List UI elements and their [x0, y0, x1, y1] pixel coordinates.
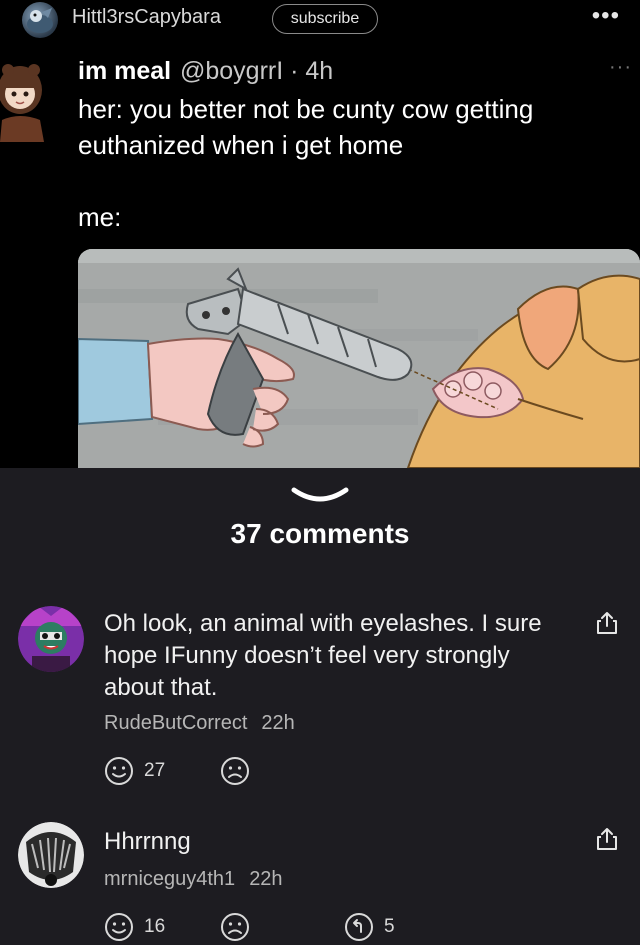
tweet-avatar — [0, 60, 48, 142]
comment-meta: mrniceguy4th1 22h — [104, 868, 283, 891]
tweet-text: her: you better not be cunty cow getting… — [78, 94, 534, 160]
frown-icon — [221, 913, 249, 941]
replies-button[interactable]: 5 — [344, 912, 395, 942]
comment-time: 22h — [249, 868, 283, 890]
share-icon[interactable] — [594, 610, 620, 636]
share-icon[interactable] — [594, 826, 620, 852]
tweet-handle: @boygrrI · 4h — [180, 57, 334, 85]
smile-icon — [105, 757, 133, 785]
unsmile-reaction-button[interactable] — [220, 912, 250, 942]
post-header: Hittl3rsCapybara subscribe ••• — [0, 0, 640, 40]
smile-count: 16 — [144, 916, 166, 937]
smile-reaction-button[interactable]: 16 — [104, 912, 165, 942]
tweet-caption: me: — [78, 202, 122, 232]
comment-text: Hhrrnng — [104, 828, 191, 855]
comment-text: Oh look, an animal with eyelashes. I sur… — [104, 610, 542, 701]
post: Hittl3rsCapybara subscribe ••• im meal @… — [0, 0, 640, 468]
smile-icon — [105, 913, 133, 941]
more-options-icon[interactable]: ••• — [592, 2, 620, 30]
tweet-more-icon: ··· — [609, 56, 632, 78]
reply-icon — [345, 913, 373, 941]
subscribe-button[interactable]: subscribe — [272, 4, 378, 34]
author-username[interactable]: Hittl3rsCapybara — [72, 6, 221, 29]
replies-count: 5 — [384, 916, 395, 937]
tweet-display-name: im meal — [78, 57, 172, 85]
commenter-avatar[interactable] — [18, 822, 84, 888]
frown-icon — [221, 757, 249, 785]
comment-author[interactable]: mrniceguy4th1 — [104, 868, 235, 890]
author-avatar[interactable] — [22, 2, 58, 38]
smile-count: 27 — [144, 760, 166, 781]
commenter-avatar[interactable] — [18, 606, 84, 672]
smile-reaction-button[interactable]: 27 — [104, 756, 165, 786]
unsmile-reaction-button[interactable] — [220, 756, 250, 786]
collapse-chevron-icon[interactable] — [290, 482, 350, 504]
wikihow-illustration — [78, 249, 640, 468]
comment-meta: RudeButCorrect 22h — [104, 712, 295, 735]
comments-count: 37 comments — [230, 518, 410, 549]
comment-author[interactable]: RudeButCorrect — [104, 712, 247, 734]
comment-time: 22h — [261, 712, 295, 734]
comments-section: 37 comments Oh look, an animal with eyel… — [0, 468, 640, 945]
